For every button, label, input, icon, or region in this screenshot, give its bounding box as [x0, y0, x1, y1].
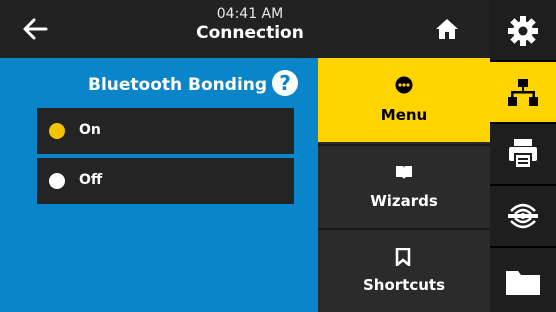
- menu-label: Menu: [380, 106, 428, 124]
- radio-unselected-icon[interactable]: [49, 173, 65, 189]
- category-sidebar: [490, 0, 556, 312]
- shortcuts-button[interactable]: Shortcuts: [318, 228, 490, 312]
- menu-column: Menu Wizards Shortcuts: [318, 58, 490, 312]
- menu-button[interactable]: Menu: [318, 58, 490, 142]
- rfid-icon: [508, 203, 538, 229]
- page-title: Connection: [196, 23, 304, 43]
- book-icon: [396, 166, 412, 179]
- sidebar-item-settings[interactable]: [490, 0, 556, 62]
- bookmark-icon: [395, 248, 411, 266]
- wizards-button[interactable]: Wizards: [318, 144, 490, 228]
- option-on[interactable]: On: [37, 108, 294, 154]
- dots-circle-icon: [395, 76, 413, 94]
- radio-selected-icon[interactable]: [49, 123, 65, 139]
- network-icon: [508, 79, 538, 106]
- settings-panel: Bluetooth Bonding ? On Off: [0, 58, 318, 312]
- setting-title: Bluetooth Bonding: [88, 75, 268, 95]
- printer-icon: [509, 139, 537, 169]
- option-off-label: Off: [79, 172, 103, 188]
- sidebar-item-connection[interactable]: [490, 62, 556, 124]
- header-center: 04:41 AM Connection: [160, 6, 340, 44]
- home-icon[interactable]: [434, 16, 460, 42]
- sidebar-item-storage[interactable]: [490, 248, 556, 312]
- sidebar-item-rfid[interactable]: [490, 186, 556, 248]
- option-off[interactable]: Off: [37, 158, 294, 204]
- clock: 04:41 AM: [216, 6, 284, 22]
- folder-icon: [506, 271, 540, 295]
- sidebar-item-print[interactable]: [490, 124, 556, 186]
- gear-icon: [508, 16, 538, 46]
- top-bar: 04:41 AM Connection: [0, 0, 490, 58]
- back-arrow-icon[interactable]: [20, 14, 50, 44]
- shortcuts-label: Shortcuts: [362, 276, 446, 294]
- help-icon[interactable]: ?: [272, 70, 298, 96]
- wizards-label: Wizards: [370, 192, 438, 210]
- option-on-label: On: [79, 122, 101, 138]
